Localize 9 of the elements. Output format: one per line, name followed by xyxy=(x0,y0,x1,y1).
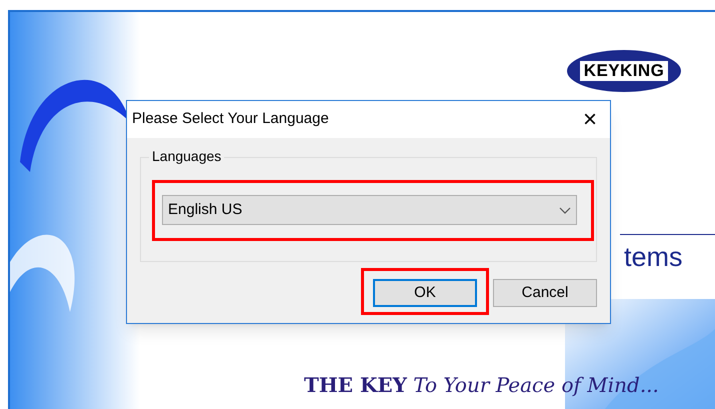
slogan: THE KEY To Your Peace of Mind... xyxy=(304,372,659,398)
dialog-title: Please Select Your Language xyxy=(132,109,329,130)
dialog-button[interactable]: OK xyxy=(373,279,477,307)
chevron-down-icon xyxy=(559,206,571,214)
keyking-logo: KEYKING xyxy=(567,50,681,92)
dialog-button[interactable]: Cancel xyxy=(493,279,597,307)
language-dropdown[interactable]: English US xyxy=(162,195,577,225)
close-button[interactable]: × xyxy=(570,101,610,138)
splash-heading: tems xyxy=(624,241,683,273)
